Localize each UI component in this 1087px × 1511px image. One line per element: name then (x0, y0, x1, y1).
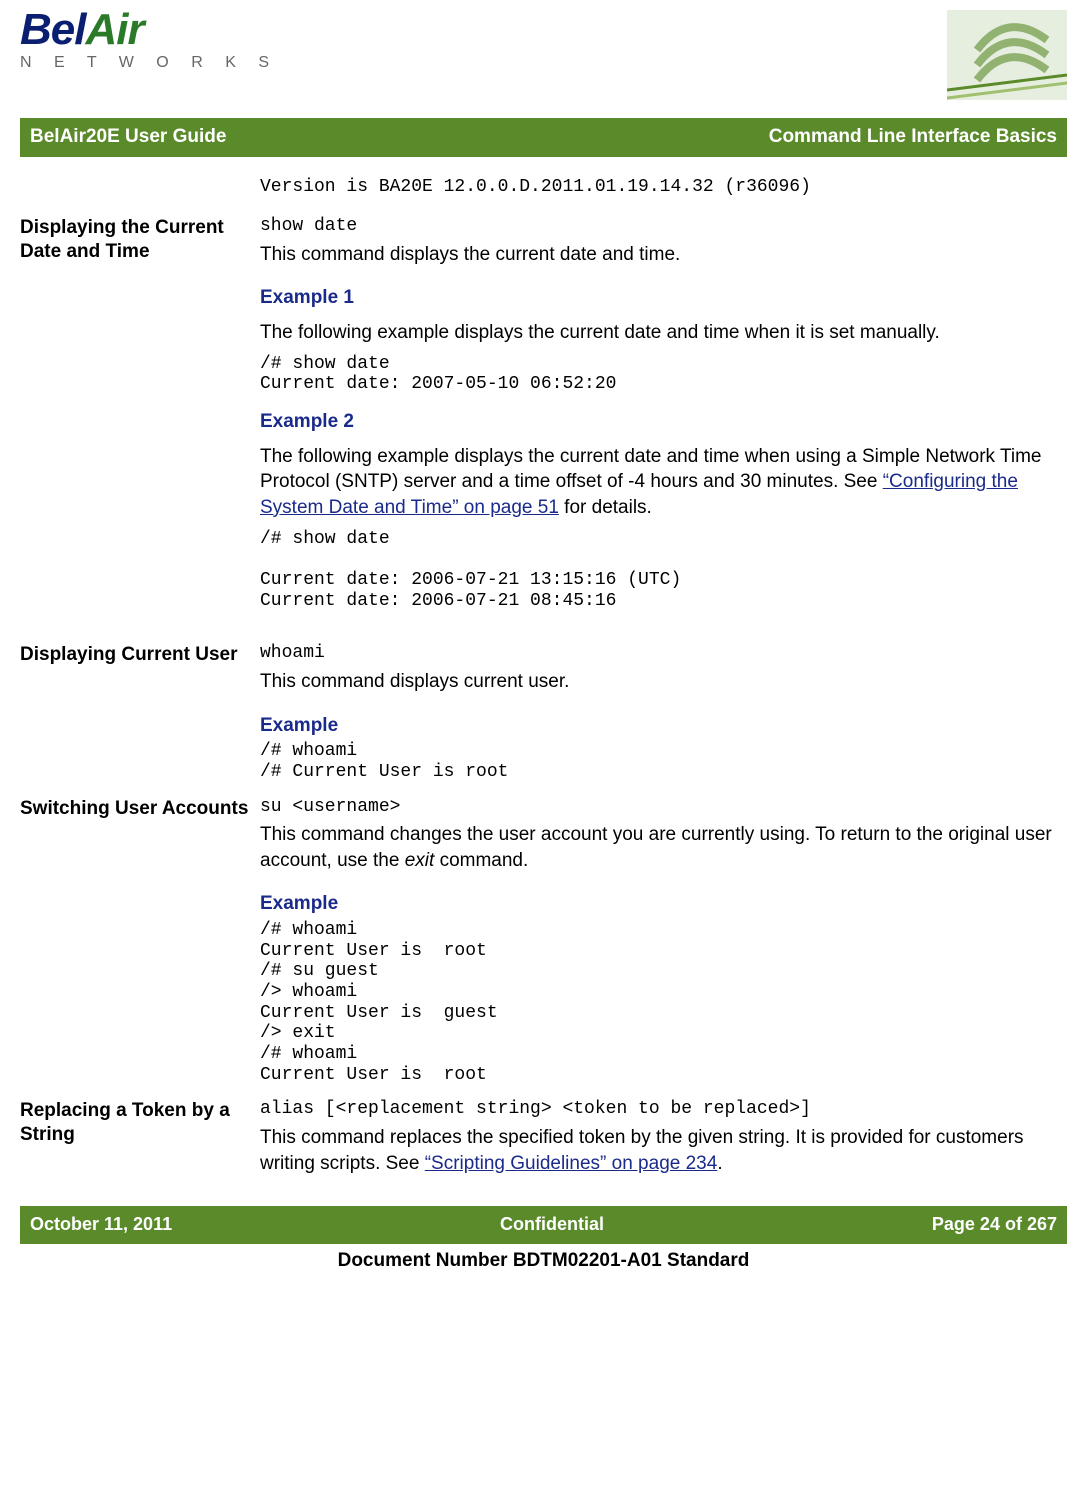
doc-title-right: Command Line Interface Basics (769, 124, 1057, 151)
logo-brand-air: Air (85, 5, 143, 54)
section-heading-switching-user: Switching User Accounts (20, 797, 260, 821)
footer-confidential: Confidential (500, 1212, 604, 1237)
content-area: Version is BA20E 12.0.0.D.2011.01.19.14.… (20, 177, 1067, 1177)
example-2-desc: The following example displays the curre… (260, 444, 1067, 521)
section-heading-date-time: Displaying the Current Date and Time (20, 216, 260, 264)
desc-su-italic: exit (405, 850, 435, 871)
version-line: Version is BA20E 12.0.0.D.2011.01.19.14.… (260, 177, 1067, 199)
cmd-alias: alias [<replacement string> <token to be… (260, 1099, 1067, 1121)
logo-subtext: N E T W O R K S (20, 52, 278, 74)
example-whoami-code: /# whoami /# Current User is root (260, 741, 1067, 782)
desc-alias-post: . (717, 1153, 722, 1174)
logo-brand-bel: Bel (20, 5, 85, 54)
example-2-code: /# show date Current date: 2006-07-21 13… (260, 529, 1067, 612)
cmd-show-date: show date (260, 216, 1067, 238)
example-whoami-heading: Example (260, 713, 1067, 740)
desc-show-date: This command displays the current date a… (260, 242, 1067, 268)
example-su-code: /# whoami Current User is root /# su gue… (260, 920, 1067, 1086)
desc-su-pre: This command changes the user account yo… (260, 824, 1052, 871)
header-logos: BelAir N E T W O R K S (20, 10, 1067, 100)
title-bar: BelAir20E User Guide Command Line Interf… (20, 118, 1067, 157)
desc-su-post: command. (434, 850, 528, 871)
cmd-su: su <username> (260, 797, 1067, 819)
example-su-heading: Example (260, 891, 1067, 918)
section-heading-current-user: Displaying Current User (20, 643, 260, 667)
example-2-desc-post: for details. (559, 497, 652, 518)
doc-title-left: BelAir20E User Guide (30, 124, 226, 151)
example-1-code: /# show date Current date: 2007-05-10 06… (260, 354, 1067, 395)
example-1-heading: Example 1 (260, 285, 1067, 312)
doc-number: Document Number BDTM02201-A01 Standard (20, 1248, 1067, 1275)
footer-page: Page 24 of 267 (932, 1212, 1057, 1237)
example-2-heading: Example 2 (260, 409, 1067, 436)
desc-whoami: This command displays current user. (260, 669, 1067, 695)
footer-date: October 11, 2011 (30, 1212, 172, 1237)
logo-graphic-icon (947, 10, 1067, 100)
logo-belair: BelAir N E T W O R K S (20, 10, 278, 74)
section-heading-alias: Replacing a Token by a String (20, 1099, 260, 1147)
footer-bar: October 11, 2011 Confidential Page 24 of… (20, 1206, 1067, 1243)
link-scripting-guidelines[interactable]: “Scripting Guidelines” on page 234 (425, 1153, 718, 1174)
desc-su: This command changes the user account yo… (260, 822, 1067, 873)
desc-alias: This command replaces the specified toke… (260, 1125, 1067, 1176)
example-1-desc: The following example displays the curre… (260, 320, 1067, 346)
cmd-whoami: whoami (260, 643, 1067, 665)
